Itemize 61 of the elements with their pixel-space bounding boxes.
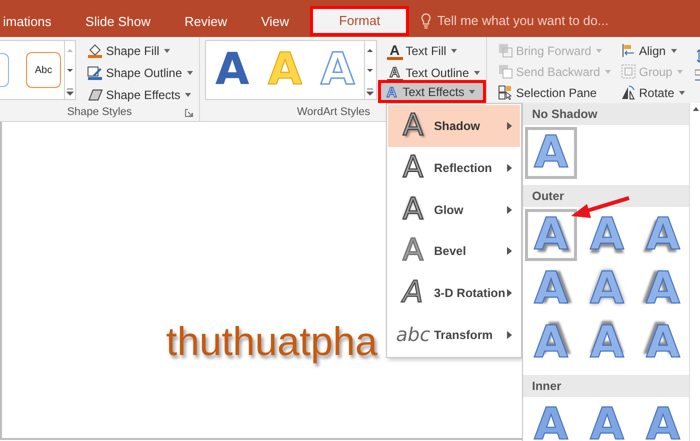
submenu-arrow-icon <box>507 331 512 340</box>
submenu-arrow-icon <box>507 247 512 256</box>
menu-item[interactable]: A Shadow <box>388 105 520 147</box>
caret-icon <box>451 49 458 53</box>
group-icon <box>621 64 636 79</box>
tell-me-search-field[interactable]: Tell me what you want to do... <box>435 12 640 29</box>
wordart-style-thumbnail[interactable]: A <box>320 48 355 92</box>
ribbon-button[interactable]: Selection Pane <box>492 82 610 103</box>
menu-item[interactable]: abc Transform <box>388 314 520 356</box>
group-label: WordArt Styles <box>297 106 370 118</box>
ribbon-tab[interactable]: imations <box>0 8 68 34</box>
caret-icon <box>605 70 612 74</box>
caret-icon <box>185 93 192 97</box>
menu-item[interactable]: A Glow <box>388 188 520 230</box>
submenu-arrow-icon <box>507 164 512 172</box>
ribbon-button[interactable]: Shape Outline <box>80 62 199 84</box>
submenu-arrow-icon <box>507 122 512 130</box>
ribbon-tab[interactable]: Format <box>310 6 410 36</box>
send-backward-icon <box>498 64 513 79</box>
shape-style-thumbnail[interactable]: Abc <box>26 52 61 88</box>
gallery-scrollbar[interactable] <box>689 103 700 441</box>
caret-icon <box>596 48 602 52</box>
ribbon-button[interactable]: Shape Effects <box>80 84 199 106</box>
caret-icon <box>679 90 686 94</box>
paint-bucket-icon <box>86 43 103 59</box>
ribbon-button[interactable]: Rotate <box>615 82 693 103</box>
dialog-launcher-icon[interactable] <box>185 109 193 117</box>
caret-icon <box>474 71 480 75</box>
selection-pane-icon <box>498 85 513 100</box>
gallery-section-heading: Outer <box>523 185 689 207</box>
wordart-style-thumbnail[interactable]: A <box>215 48 250 92</box>
gallery-section-heading: No Shadow <box>523 103 689 125</box>
ribbon-tab[interactable]: Slide Show <box>68 8 168 34</box>
caret-icon <box>677 70 684 74</box>
ribbon-button[interactable]: A Text Fill <box>380 40 486 62</box>
pencil-icon <box>86 65 103 81</box>
menu-item[interactable]: A Bevel <box>388 230 520 272</box>
gallery-scrollbar[interactable] <box>364 40 377 100</box>
align-icon <box>621 43 636 58</box>
rotate-icon <box>621 85 636 100</box>
ribbon-button[interactable]: A Text Effects <box>378 80 486 103</box>
gallery-scrollbar[interactable] <box>64 40 76 100</box>
slide-wordart-text[interactable]: thuthuatpha <box>166 320 378 364</box>
caret-icon <box>164 49 170 53</box>
caret-icon <box>670 48 677 52</box>
bring-forward-icon <box>498 43 513 58</box>
caret-icon <box>469 90 476 94</box>
shape-effects-icon <box>86 87 103 103</box>
menu-item[interactable]: A 3-D Rotation <box>388 272 520 314</box>
ribbon-tab[interactable]: View <box>244 8 306 34</box>
shape-style-thumbnail[interactable] <box>0 53 9 87</box>
ribbon-button[interactable]: Align <box>615 40 693 61</box>
submenu-arrow-icon <box>507 289 512 298</box>
lightbulb-icon <box>421 12 432 28</box>
ribbon-tab[interactable]: Review <box>167 8 244 34</box>
caret-icon <box>187 71 193 75</box>
submenu-arrow-icon <box>507 206 512 214</box>
group-label: Shape Styles <box>67 106 132 118</box>
ribbon-button[interactable]: Shape Fill <box>80 40 199 62</box>
gallery-section-heading: Inner <box>523 375 689 397</box>
menu-item[interactable]: A Reflection <box>388 146 520 189</box>
